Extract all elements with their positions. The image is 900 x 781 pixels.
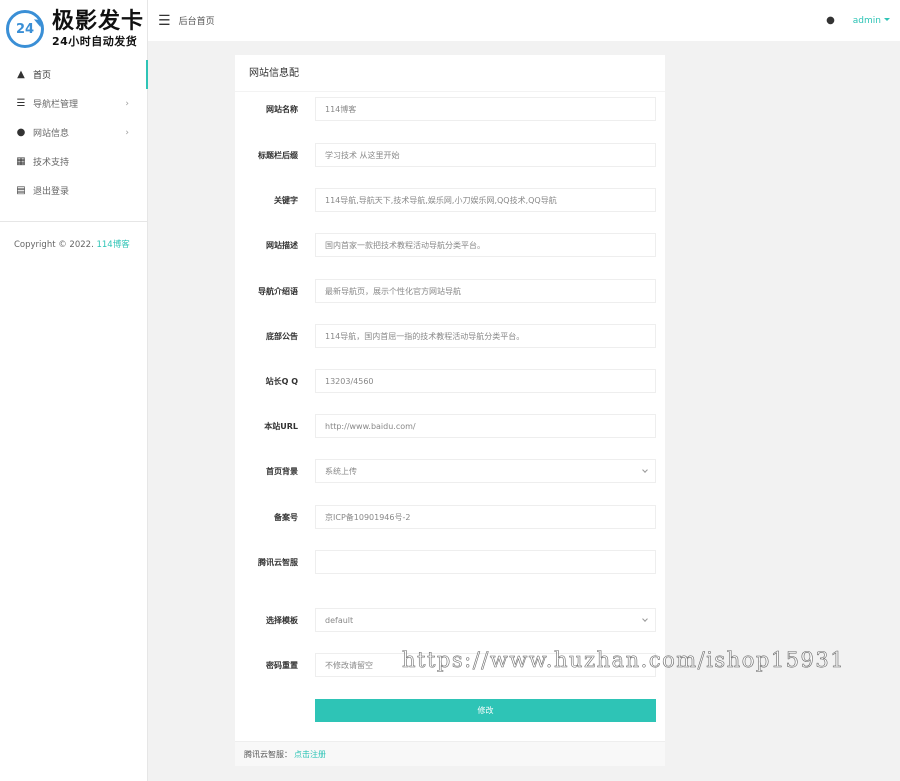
sidebar-item-nav-management[interactable]: ☰ 导航栏管理 › (0, 89, 147, 118)
breadcrumb[interactable]: 后台首页 (179, 14, 215, 27)
sidebar-item-label: 首页 (33, 71, 52, 81)
chevron-right-icon: › (125, 127, 129, 138)
form-row-site-name: 网站名称 114博客 (235, 97, 665, 121)
footer-label: 腾讯云智服： (244, 749, 292, 759)
description-input[interactable]: 国内首家一款把技术教程活动导航分类平台。 (315, 233, 656, 257)
logo-subtitle: 24小时自动发货 (52, 35, 138, 48)
form-row-site-url: 本站URL http://www.baidu.com/ (235, 414, 665, 438)
nav-intro-input[interactable]: 最新导航页，展示个性化官方网站导航 (315, 279, 656, 303)
chevron-right-icon: › (125, 98, 129, 109)
sidebar-item-tech-support[interactable]: ▦ 技术支持 (0, 147, 147, 176)
logo-badge-icon: 24 (6, 10, 44, 48)
admin-qq-input[interactable]: 13203/4560 (315, 369, 656, 393)
register-link[interactable]: 点击注册 (294, 749, 326, 760)
logo-title: 极影发卡 (52, 9, 145, 34)
logo-badge-text: 24 (15, 21, 35, 37)
field-label: 网站描述 (266, 240, 298, 250)
menu-toggle-icon[interactable]: ☰ (158, 13, 171, 29)
form-row-title-suffix: 标题栏后缀 学习技术 从这里开始 (235, 143, 665, 167)
form-row-keywords: 关键字 114导航,导航天下,技术导航,娱乐网,小刀娱乐网,QQ技术,QQ导航 (235, 188, 665, 212)
card-title: 网站信息配 (235, 55, 665, 92)
field-label: 网站名称 (266, 104, 298, 114)
sidebar-item-label: 退出登录 (33, 187, 70, 197)
sidebar-item-label: 技术支持 (33, 158, 70, 168)
form-row-admin-qq: 站长Q Q 13203/4560 (235, 369, 665, 393)
theme-palette-icon[interactable]: ● (826, 15, 835, 26)
copyright-link[interactable]: 114博客 (96, 240, 129, 250)
form-row-nav-intro: 导航介绍语 最新导航页，展示个性化官方网站导航 (235, 279, 665, 303)
palette-icon: ● (16, 127, 26, 138)
icp-input[interactable]: 京ICP备10901946号-2 (315, 505, 656, 529)
keywords-input[interactable]: 114导航,导航天下,技术导航,娱乐网,小刀娱乐网,QQ技术,QQ导航 (315, 188, 656, 212)
field-label: 本站URL (264, 421, 298, 431)
sidebar-item-label: 网站信息 (33, 129, 70, 139)
card-footer: 腾讯云智服： 点击注册 (235, 741, 665, 766)
sidebar-item-home[interactable]: ▲ 首页 (0, 60, 148, 89)
home-background-select[interactable]: 系统上传 (315, 459, 656, 483)
field-label: 首页背景 (266, 466, 298, 476)
chevron-down-icon (642, 467, 648, 473)
input-placeholder: 不修改请留空 (325, 660, 373, 670)
tencent-service-input[interactable] (315, 550, 656, 574)
copyright-text: Copyright © 2022. (14, 240, 94, 250)
logo: 24 极影发卡 24小时自动发货 (0, 0, 147, 58)
title-suffix-input[interactable]: 学习技术 从这里开始 (315, 143, 656, 167)
form-row-description: 网站描述 国内首家一款把技术教程活动导航分类平台。 (235, 233, 665, 257)
user-menu[interactable]: admin (853, 16, 890, 26)
site-name-input[interactable]: 114博客 (315, 97, 656, 121)
field-label: 选择模板 (266, 615, 298, 625)
form-row-home-background: 首页背景 系统上传 (235, 459, 665, 483)
user-name: admin (852, 15, 881, 26)
form-row-template: 选择模板 default (235, 608, 665, 632)
field-label: 腾讯云智服 (258, 557, 298, 567)
logout-icon: ▤ (16, 185, 26, 196)
select-value: 系统上传 (325, 466, 357, 476)
field-label: 备案号 (274, 512, 298, 522)
field-label: 站长Q Q (265, 376, 298, 386)
form-row-icp: 备案号 京ICP备10901946号-2 (235, 505, 665, 529)
field-label: 密码重置 (266, 660, 298, 670)
copyright: Copyright © 2022. 114博客 (0, 222, 147, 250)
template-select[interactable]: default (315, 608, 656, 632)
sidebar-nav: ▲ 首页 ☰ 导航栏管理 › ● 网站信息 › ▦ 技术支持 ▤ 退出登录 (0, 60, 148, 205)
sidebar-item-site-info[interactable]: ● 网站信息 › (0, 118, 147, 147)
topbar: ☰ 后台首页 ● admin (148, 0, 900, 41)
footer-notice-input[interactable]: 114导航，国内首屈一指的技术教程活动导航分类平台。 (315, 324, 656, 348)
form-row-footer-notice: 底部公告 114导航，国内首屈一指的技术教程活动导航分类平台。 (235, 324, 665, 348)
settings-card: 网站信息配 网站名称 114博客 标题栏后缀 学习技术 从这里开始 关键字 11… (235, 55, 665, 741)
field-label: 导航介绍语 (258, 286, 298, 296)
form-row-password-reset: 密码重置 不修改请留空 (235, 653, 665, 677)
list-icon: ☰ (16, 98, 26, 109)
chevron-down-icon (642, 616, 648, 622)
id-card-icon: ▦ (16, 156, 26, 167)
submit-button[interactable]: 修改 (315, 699, 656, 722)
home-icon: ▲ (17, 69, 25, 80)
field-label: 底部公告 (266, 331, 298, 341)
caret-down-icon (884, 17, 890, 24)
form-row-tencent-service: 腾讯云智服 (235, 550, 665, 574)
password-reset-input[interactable]: 不修改请留空 (315, 653, 656, 677)
field-label: 标题栏后缀 (258, 150, 298, 160)
select-value: default (325, 615, 354, 625)
sidebar: 24 极影发卡 24小时自动发货 ▲ 首页 ☰ 导航栏管理 › ● 网站信息 ›… (0, 0, 148, 781)
field-label: 关键字 (274, 195, 298, 205)
sidebar-item-logout[interactable]: ▤ 退出登录 (0, 176, 147, 205)
site-url-input[interactable]: http://www.baidu.com/ (315, 414, 656, 438)
sidebar-item-label: 导航栏管理 (33, 100, 79, 110)
